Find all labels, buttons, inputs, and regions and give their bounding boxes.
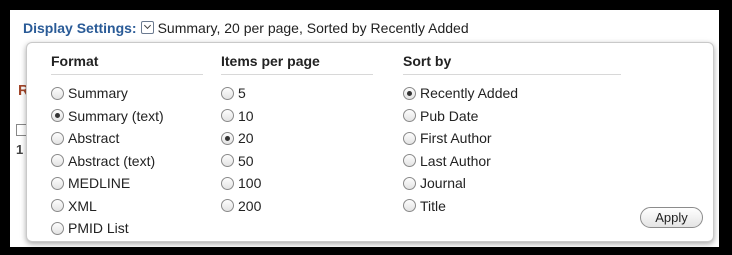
display-settings-summary: Summary, 20 per page, Sorted by Recently… (157, 20, 469, 36)
option-label: Journal (420, 175, 466, 192)
radio-button[interactable] (403, 131, 416, 145)
option-label: 10 (238, 107, 254, 124)
results-page: Display Settings: Summary, 20 per page, S… (10, 10, 719, 247)
radio-button[interactable] (51, 176, 64, 190)
radio-button[interactable] (403, 154, 416, 168)
radio-button[interactable] (221, 109, 234, 123)
option-label: 200 (238, 197, 262, 214)
format-column: Format Summary Summary (text) Abstract Abst… (51, 43, 203, 240)
items-per-page-options: 5 10 20 50 100 200 (221, 82, 373, 217)
items-per-page-column: Items per page 5 10 20 50 100 200 (221, 43, 373, 217)
apply-button[interactable]: Apply (640, 207, 703, 228)
sort-by-option[interactable]: Pub Date (403, 105, 621, 128)
result-number-fragment: 1 (16, 142, 24, 157)
items-per-page-option[interactable]: 10 (221, 105, 373, 128)
select-all-checkbox-fragment (16, 124, 26, 136)
radio-button[interactable] (221, 131, 234, 145)
radio-button[interactable] (51, 131, 64, 145)
radio-button[interactable] (221, 86, 234, 100)
display-settings-label[interactable]: Display Settings: (23, 20, 137, 36)
sort-by-column: Sort by Recently Added Pub Date First Auth… (403, 43, 621, 217)
radio-button[interactable] (221, 176, 234, 190)
format-heading: Format (51, 43, 203, 75)
option-label: 20 (238, 130, 254, 147)
radio-button[interactable] (221, 154, 234, 168)
format-option[interactable]: MEDLINE (51, 172, 203, 195)
radio-button[interactable] (51, 109, 64, 123)
items-per-page-option[interactable]: 20 (221, 127, 373, 150)
chevron-down-icon[interactable] (140, 21, 154, 34)
option-label: 100 (238, 175, 262, 192)
items-per-page-option[interactable]: 200 (221, 195, 373, 218)
option-label: MEDLINE (68, 175, 131, 192)
option-label: Pub Date (420, 107, 479, 124)
radio-button[interactable] (51, 86, 64, 100)
display-settings-bar[interactable]: Display Settings: Summary, 20 per page, S… (23, 20, 469, 36)
sort-by-option[interactable]: Recently Added (403, 82, 621, 105)
sort-by-option[interactable]: Journal (403, 172, 621, 195)
items-per-page-option[interactable]: 50 (221, 150, 373, 173)
format-option[interactable]: Abstract (51, 127, 203, 150)
format-option[interactable]: Summary (51, 82, 203, 105)
radio-button[interactable] (221, 199, 234, 213)
radio-button[interactable] (403, 176, 416, 190)
radio-button[interactable] (403, 86, 416, 100)
items-per-page-option[interactable]: 100 (221, 172, 373, 195)
format-option[interactable]: Abstract (text) (51, 150, 203, 173)
option-label: PMID List (68, 220, 129, 237)
option-label: Abstract (text) (68, 152, 156, 169)
option-label: Summary (text) (68, 107, 164, 124)
option-label: Last Author (420, 152, 491, 169)
radio-button[interactable] (403, 109, 416, 123)
sort-by-options: Recently Added Pub Date First Author Last A… (403, 82, 621, 217)
option-label: Recently Added (420, 85, 519, 102)
items-per-page-heading: Items per page (221, 43, 373, 75)
option-label: 5 (238, 85, 246, 102)
option-label: 50 (238, 152, 254, 169)
option-label: First Author (420, 130, 492, 147)
radio-button[interactable] (51, 221, 64, 235)
radio-button[interactable] (403, 199, 416, 213)
option-label: Title (420, 197, 446, 214)
sort-by-option[interactable]: Last Author (403, 150, 621, 173)
option-label: Abstract (68, 130, 120, 147)
format-options: Summary Summary (text) Abstract Abstract (t… (51, 82, 203, 240)
items-per-page-option[interactable]: 5 (221, 82, 373, 105)
option-label: XML (68, 197, 97, 214)
format-option[interactable]: XML (51, 195, 203, 218)
radio-button[interactable] (51, 199, 64, 213)
radio-button[interactable] (51, 154, 64, 168)
sort-by-heading: Sort by (403, 43, 621, 75)
display-settings-panel: Format Summary Summary (text) Abstract Abst… (26, 42, 714, 242)
format-option[interactable]: PMID List (51, 217, 203, 240)
option-label: Summary (68, 85, 128, 102)
format-option[interactable]: Summary (text) (51, 105, 203, 128)
sort-by-option[interactable]: First Author (403, 127, 621, 150)
sort-by-option[interactable]: Title (403, 195, 621, 218)
